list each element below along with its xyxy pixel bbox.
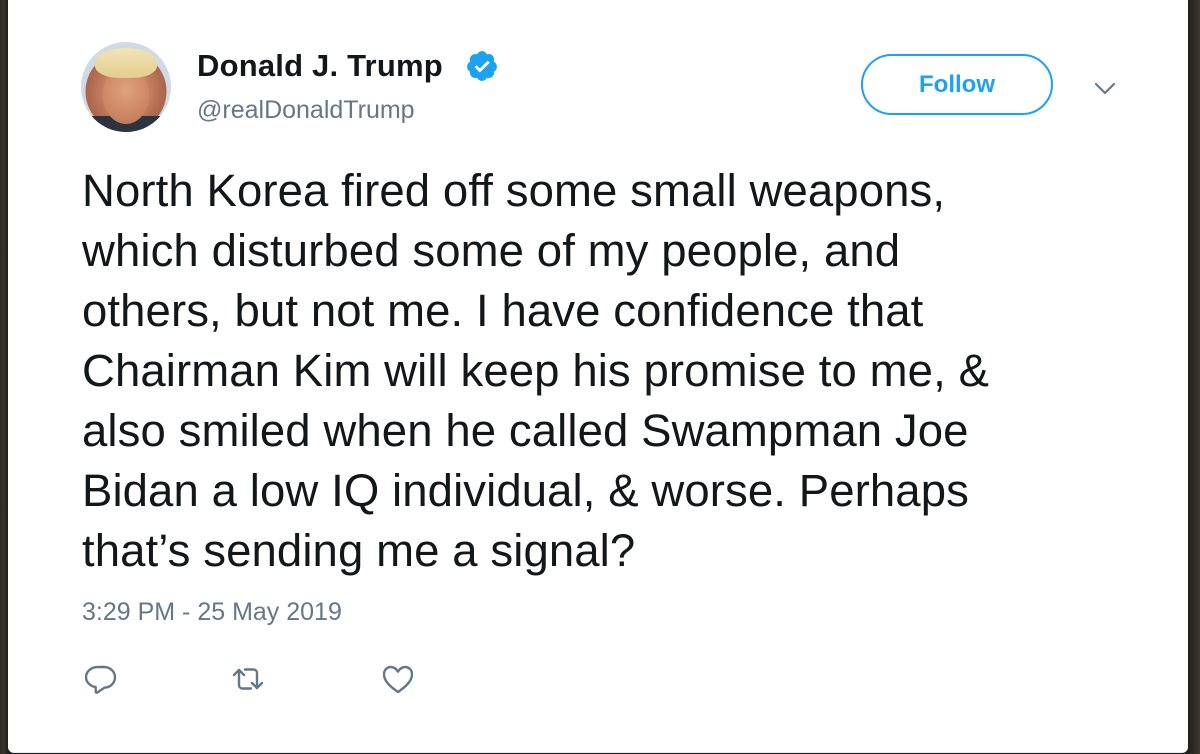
follow-button[interactable]: Follow [861,54,1053,115]
avatar-hair [95,48,157,78]
tweet-card: Donald J. Trump @realDonaldTrump Follow … [8,0,1188,753]
avatar[interactable] [81,42,171,132]
reply-icon [84,665,117,694]
reply-button[interactable] [83,662,119,696]
verified-badge-icon [467,51,497,81]
retweet-icon [232,668,264,690]
like-icon [382,665,414,694]
author-display-name[interactable]: Donald J. Trump [197,48,443,84]
retweet-button[interactable] [230,662,266,696]
tweet-timestamp[interactable]: 3:29 PM - 25 May 2019 [82,598,342,627]
chevron-down-icon[interactable] [1093,78,1117,98]
like-button[interactable] [380,662,416,696]
tweet-text: North Korea fired off some small weapons… [82,165,990,576]
author-handle[interactable]: @realDonaldTrump [197,96,415,125]
